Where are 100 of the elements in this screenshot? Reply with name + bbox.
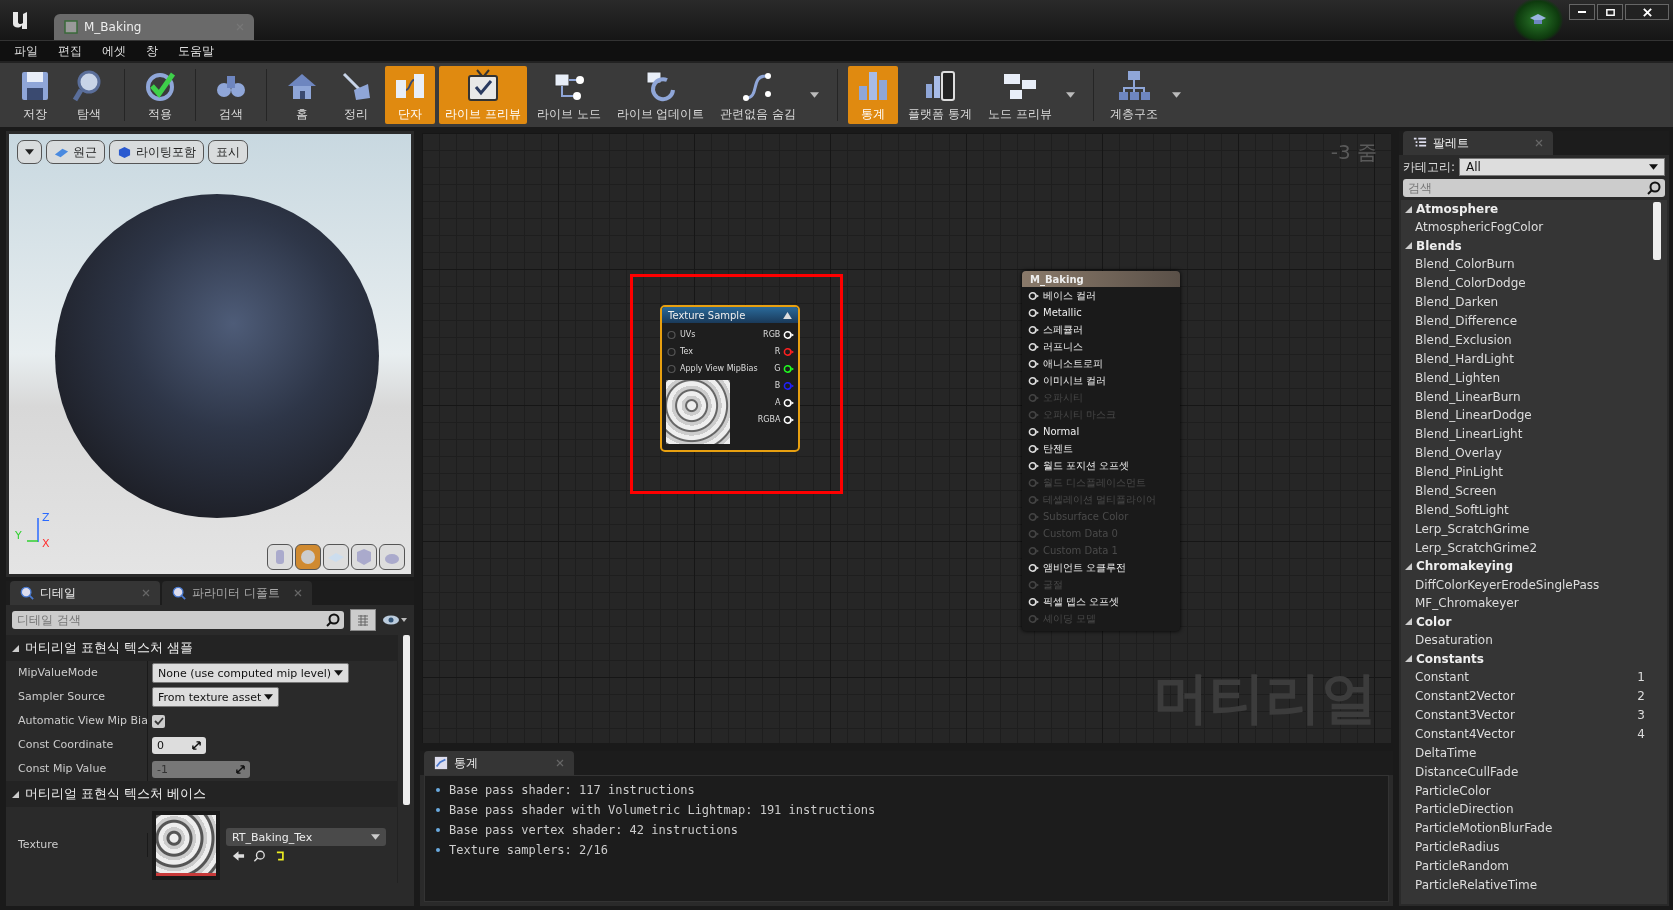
eye-icon[interactable] (382, 614, 408, 626)
input-pin-icon[interactable] (1028, 290, 1039, 301)
input-pin-icon[interactable] (1028, 494, 1039, 505)
input-pin-icon[interactable] (1028, 358, 1039, 369)
palette-item[interactable]: Blend_Difference (1415, 314, 1518, 328)
input-pin-icon[interactable] (1028, 443, 1039, 454)
input-pin-icon[interactable] (1028, 579, 1039, 590)
node-graph-canvas[interactable] (420, 131, 1393, 745)
close-icon[interactable] (294, 589, 302, 597)
menu-item[interactable]: 편집 (50, 42, 90, 60)
palette-item[interactable]: Desaturation (1415, 633, 1493, 648)
menu-item[interactable]: 도움말 (170, 42, 222, 60)
input-pin-icon[interactable] (1028, 477, 1039, 488)
close-button[interactable] (1625, 4, 1669, 20)
preview-shape-button[interactable] (295, 544, 321, 570)
category-dropdown[interactable]: All (1459, 158, 1665, 176)
palette-item[interactable]: ParticleMotionBlurFade (1415, 821, 1553, 836)
collapse-arrow-icon[interactable] (783, 311, 792, 319)
maximize-button[interactable] (1597, 4, 1623, 20)
toolbar-button[interactable]: 라이브 업데이트 (610, 66, 711, 124)
input-pin-icon[interactable] (1028, 324, 1039, 335)
palette-item[interactable]: Blend_Darken (1415, 295, 1499, 310)
input-pin-icon[interactable] (1028, 341, 1039, 352)
output-pin-icon[interactable] (783, 397, 795, 408)
toolbar-button[interactable]: 라이브 노드 (530, 66, 607, 124)
asset-dropdown[interactable]: RT_Baking_Tex (226, 828, 386, 846)
caret-icon[interactable] (1171, 92, 1181, 98)
preview-shape-button[interactable] (379, 544, 405, 570)
palette-item[interactable]: Constant (1415, 670, 1469, 685)
input-pin-icon[interactable] (1028, 392, 1039, 403)
palette-category[interactable]: Color (1401, 612, 1647, 631)
palette-item[interactable]: DiffColorKeyerErodeSinglePass (1415, 577, 1600, 592)
toolbar-button[interactable]: 플랫폼 통계 (902, 66, 979, 124)
lit-mode-button[interactable]: 라이팅포함 (109, 140, 204, 164)
input-pin-icon[interactable] (1028, 460, 1039, 471)
output-pin-icon[interactable] (783, 329, 795, 340)
palette-item[interactable]: ParticleDirection (1415, 802, 1514, 817)
category-header[interactable]: 머티리얼 표현식 텍스처 샘플 (6, 635, 398, 661)
search-field[interactable]: 검색 (1403, 179, 1665, 197)
preview-shape-button[interactable] (267, 544, 293, 570)
palette-item[interactable]: Constant3Vector (1415, 708, 1515, 723)
scrollbar[interactable] (1653, 202, 1661, 260)
output-pin-icon[interactable] (783, 414, 795, 425)
search-icon[interactable] (253, 850, 266, 862)
minimize-button[interactable] (1569, 4, 1595, 20)
panel-tab[interactable]: 디테일 (10, 581, 160, 605)
number-field[interactable]: 0 (152, 736, 206, 754)
search-field[interactable]: 디테일 검색 (12, 611, 344, 629)
toolbar-button[interactable]: 저장 (10, 66, 60, 124)
palette-item[interactable]: Constant2Vector (1415, 689, 1515, 704)
palette-item[interactable]: ParticleRandom (1415, 859, 1510, 874)
category-header[interactable]: 머티리얼 표현식 텍스처 베이스 (6, 781, 398, 807)
palette-category[interactable]: Blends (1401, 236, 1647, 255)
toolbar-button[interactable]: 관련없음 숨김 (714, 66, 803, 124)
palette-item[interactable]: Blend_LinearDodge (1415, 408, 1532, 423)
palette-item[interactable]: Constant4Vector (1415, 726, 1515, 741)
checkbox[interactable] (152, 714, 165, 728)
dropdown[interactable]: From texture asset (152, 687, 280, 707)
left-arrow-icon[interactable] (232, 850, 245, 862)
input-pin-icon[interactable] (1028, 511, 1039, 522)
palette-item[interactable]: Blend_LinearBurn (1415, 389, 1521, 404)
toolbar-button[interactable]: 탐색 (64, 66, 114, 124)
palette-item[interactable]: Blend_LinearLight (1415, 427, 1523, 442)
toolbar-button[interactable]: 정리 (331, 66, 381, 124)
palette-item[interactable]: Blend_ColorDodge (1415, 276, 1526, 291)
input-pin-icon[interactable] (1028, 613, 1039, 624)
caret-icon[interactable] (1065, 92, 1075, 98)
input-pin-icon[interactable] (1028, 426, 1039, 437)
dropdown[interactable]: None (use computed mip level) (152, 663, 350, 683)
palette-item[interactable]: DistanceCullFade (1415, 764, 1519, 779)
palette-item[interactable]: MF_Chromakeyer (1415, 596, 1519, 611)
toolbar-button[interactable]: 홈 (277, 66, 327, 124)
palette-item[interactable]: Blend_Screen (1415, 484, 1497, 498)
preview-shape-button[interactable] (351, 544, 377, 570)
input-pin-icon[interactable] (1028, 562, 1039, 573)
palette-item[interactable]: Blend_Overlay (1415, 446, 1502, 461)
viewport-preview[interactable]: 원근 라이팅포함 표시 Z Y X (6, 131, 414, 577)
palette-item[interactable]: DeltaTime (1415, 745, 1477, 760)
input-pin-icon[interactable] (1028, 528, 1039, 539)
menu-item[interactable]: 창 (138, 42, 166, 60)
palette-category[interactable]: Constants (1401, 649, 1647, 668)
scrollbar[interactable] (403, 635, 410, 805)
palette-item[interactable]: Blend_Lighten (1415, 370, 1501, 385)
palette-item[interactable]: ParticleColor (1415, 783, 1491, 798)
preview-shape-button[interactable] (323, 544, 349, 570)
input-pin-icon[interactable] (1028, 375, 1039, 386)
input-pin-icon[interactable] (1028, 545, 1039, 556)
palette-item[interactable]: Lerp_ScratchGrime2 (1415, 540, 1538, 555)
caret-icon[interactable] (810, 92, 820, 98)
toolbar-button[interactable]: 계층구조 (1103, 66, 1164, 124)
palette-item[interactable]: AtmosphericFogColor (1415, 220, 1544, 235)
panel-tab[interactable]: 파라미터 디폴트 (162, 581, 312, 605)
palette-item[interactable]: Blend_Exclusion (1415, 332, 1512, 347)
perspective-button[interactable]: 원근 (46, 140, 105, 164)
input-pin-icon[interactable] (1028, 596, 1039, 607)
input-pin-icon[interactable] (1028, 307, 1039, 318)
palette-category[interactable]: Chromakeying (1401, 557, 1647, 576)
palette-item[interactable]: ParticleRelativeTime (1415, 878, 1538, 893)
input-pin-icon[interactable] (1028, 409, 1039, 420)
input-pin-icon[interactable] (666, 346, 677, 357)
